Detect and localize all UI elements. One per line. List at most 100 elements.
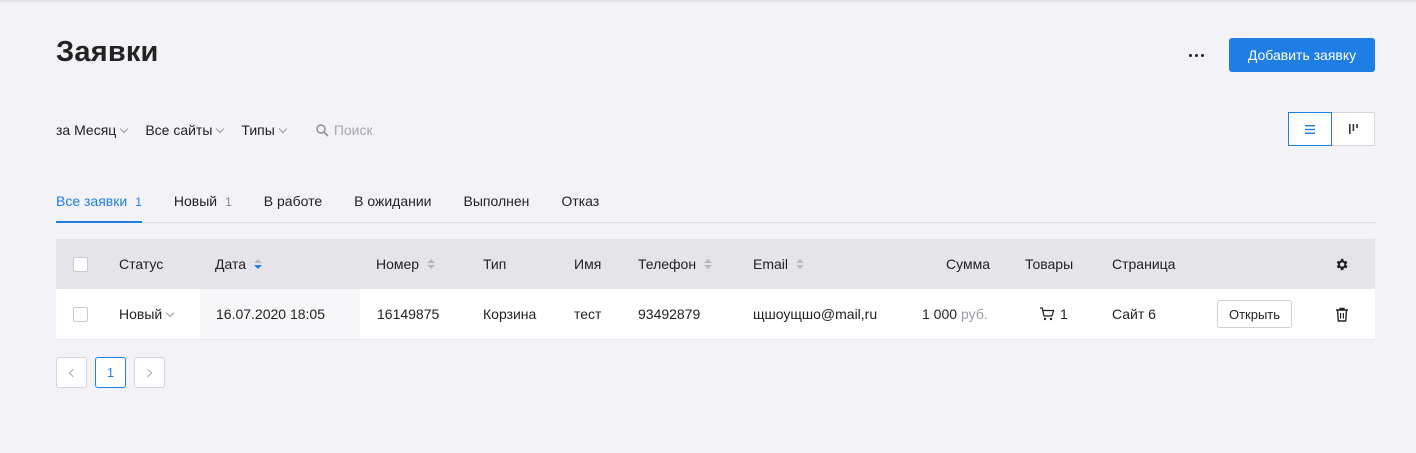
email-value: щшоущшо@mail,ru bbox=[753, 306, 878, 322]
sum-value: 1 000 bbox=[922, 306, 958, 322]
filters-bar: за Месяц Все сайты Типы bbox=[56, 120, 454, 140]
page-button-current[interactable]: 1 bbox=[95, 357, 126, 388]
col-number[interactable]: Номер bbox=[376, 239, 436, 289]
list-view-button[interactable] bbox=[1288, 112, 1332, 146]
tab-all[interactable]: Все заявки 1 bbox=[56, 190, 142, 223]
tab-rejected[interactable]: Отказ bbox=[561, 190, 599, 223]
tab-label: Все заявки bbox=[56, 193, 128, 209]
prev-page-button[interactable] bbox=[56, 357, 87, 388]
kanban-view-icon bbox=[1349, 124, 1358, 134]
tab-label: Новый bbox=[173, 193, 218, 209]
col-sum-label: Сумма bbox=[946, 256, 990, 272]
tab-waiting[interactable]: В ожидании bbox=[354, 190, 431, 223]
table-settings[interactable] bbox=[1334, 239, 1349, 289]
col-goods-label: Товары bbox=[1025, 256, 1074, 272]
trash-icon bbox=[1336, 307, 1348, 322]
view-toggle bbox=[1288, 112, 1375, 146]
tab-label: Отказ bbox=[561, 193, 600, 209]
table-header: Статус Дата Номер Тип Имя Телефон Email … bbox=[56, 239, 1375, 289]
chevron-down-icon bbox=[120, 124, 129, 133]
list-view-icon bbox=[1305, 124, 1315, 134]
name-cell: тест bbox=[574, 289, 601, 339]
phone-value: 93492879 bbox=[638, 306, 701, 322]
sites-filter[interactable]: Все сайты bbox=[145, 122, 225, 138]
email-cell: щшоущшо@mail,ru bbox=[753, 289, 877, 339]
search-icon bbox=[316, 123, 329, 137]
row-checkbox[interactable] bbox=[73, 306, 88, 322]
currency-label: руб. bbox=[961, 306, 988, 322]
name-value: тест bbox=[574, 306, 602, 322]
col-email-label: Email bbox=[753, 256, 789, 272]
chevron-left-icon bbox=[68, 368, 78, 377]
table-row[interactable]: Новый 16.07.2020 18:05 16149875 Корзина … bbox=[56, 289, 1375, 340]
number-cell: 16149875 bbox=[377, 289, 439, 339]
tab-count: 1 bbox=[225, 195, 232, 209]
gear-icon bbox=[1336, 258, 1348, 270]
open-cell: Открыть bbox=[1217, 289, 1292, 339]
col-page-label: Страница bbox=[1112, 256, 1176, 272]
tab-done[interactable]: Выполнен bbox=[464, 190, 530, 223]
add-request-button[interactable]: Добавить заявку bbox=[1229, 38, 1375, 72]
period-filter-label: за Месяц bbox=[56, 122, 117, 138]
col-date[interactable]: Дата bbox=[215, 239, 263, 289]
search-box bbox=[316, 122, 454, 138]
tab-label: В работе bbox=[263, 193, 323, 209]
open-button[interactable]: Открыть bbox=[1217, 300, 1292, 328]
chevron-down-icon bbox=[165, 308, 175, 317]
date-cell: 16.07.2020 18:05 bbox=[200, 289, 360, 339]
more-dots-icon[interactable] bbox=[1180, 44, 1212, 66]
col-phone-label: Телефон bbox=[638, 256, 697, 272]
col-number-label: Номер bbox=[376, 256, 420, 272]
chevron-right-icon bbox=[143, 368, 153, 377]
sort-icon bbox=[254, 259, 263, 269]
tab-count: 1 bbox=[135, 195, 142, 209]
page-cell: Сайт 6 bbox=[1112, 289, 1156, 339]
sort-icon bbox=[796, 259, 805, 269]
col-name-label: Имя bbox=[574, 256, 602, 272]
tab-label: Выполнен bbox=[463, 193, 530, 209]
pagination: 1 bbox=[56, 357, 165, 388]
delete-cell[interactable] bbox=[1335, 289, 1349, 339]
period-filter[interactable]: за Месяц bbox=[56, 122, 129, 138]
select-all-cell bbox=[73, 239, 88, 289]
search-input[interactable] bbox=[333, 122, 454, 138]
top-shadow bbox=[0, 0, 1416, 3]
types-filter[interactable]: Типы bbox=[241, 122, 288, 138]
type-cell: Корзина bbox=[483, 289, 536, 339]
col-sum: Сумма bbox=[946, 239, 990, 289]
tab-label: В ожидании bbox=[354, 193, 432, 209]
col-email[interactable]: Email bbox=[753, 239, 805, 289]
status-dropdown[interactable]: Новый bbox=[119, 289, 175, 339]
page-value: Сайт 6 bbox=[1112, 306, 1156, 322]
sites-filter-label: Все сайты bbox=[145, 122, 213, 138]
col-status-label: Статус bbox=[119, 256, 164, 272]
col-name: Имя bbox=[574, 239, 601, 289]
types-filter-label: Типы bbox=[241, 122, 275, 138]
phone-cell: 93492879 bbox=[638, 289, 700, 339]
kanban-view-button[interactable] bbox=[1332, 112, 1375, 146]
tab-new[interactable]: Новый 1 bbox=[174, 190, 232, 223]
col-date-label: Дата bbox=[215, 256, 247, 272]
type-value: Корзина bbox=[483, 306, 537, 322]
sum-cell: 1 000 руб. bbox=[922, 289, 988, 339]
select-all-checkbox[interactable] bbox=[73, 256, 88, 272]
tab-in-progress[interactable]: В работе bbox=[264, 190, 322, 223]
sort-icon bbox=[427, 259, 436, 269]
status-value: Новый bbox=[119, 306, 163, 322]
row-select-cell bbox=[73, 289, 88, 339]
col-phone[interactable]: Телефон bbox=[638, 239, 713, 289]
goods-cell[interactable]: 1 bbox=[1039, 289, 1068, 339]
date-value: 16.07.2020 18:05 bbox=[216, 306, 325, 322]
requests-table: Статус Дата Номер Тип Имя Телефон Email … bbox=[56, 239, 1375, 340]
col-goods: Товары bbox=[1025, 239, 1073, 289]
sort-icon bbox=[704, 259, 713, 269]
cart-icon bbox=[1040, 307, 1055, 321]
col-status[interactable]: Статус bbox=[119, 239, 163, 289]
next-page-button[interactable] bbox=[134, 357, 165, 388]
col-page: Страница bbox=[1112, 239, 1175, 289]
col-type: Тип bbox=[483, 239, 506, 289]
number-value: 16149875 bbox=[377, 306, 440, 322]
col-type-label: Тип bbox=[483, 256, 507, 272]
chevron-down-icon bbox=[216, 124, 225, 133]
chevron-down-icon bbox=[278, 124, 288, 133]
